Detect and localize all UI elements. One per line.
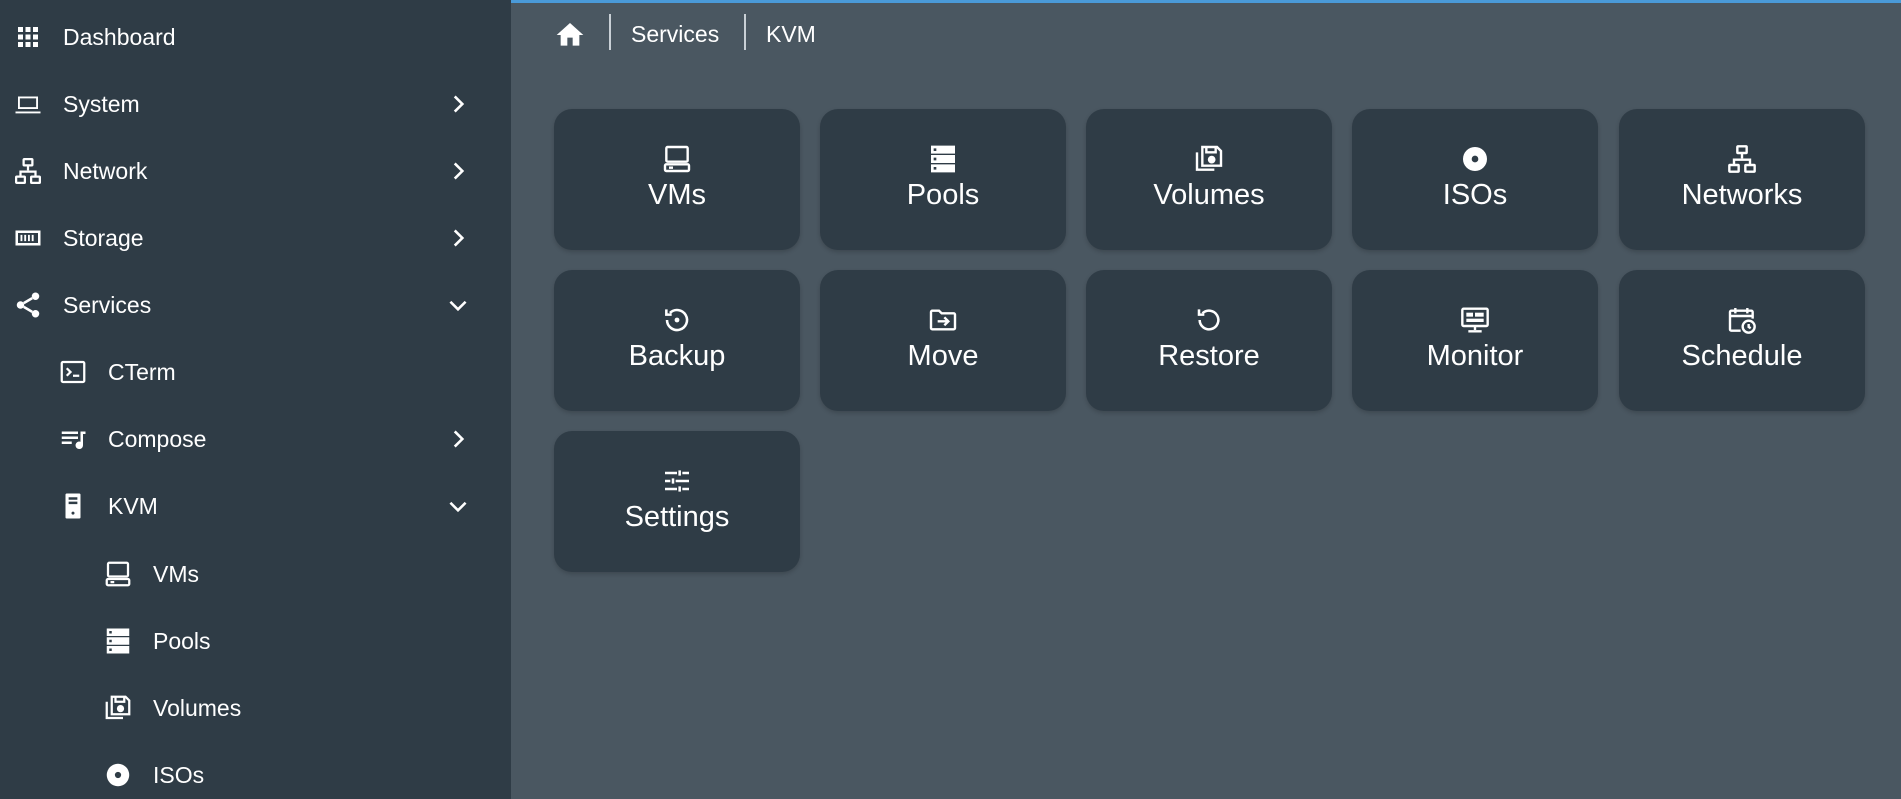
sidebar-item-system[interactable]: System <box>0 74 511 134</box>
disc-icon <box>1459 143 1491 175</box>
tile-label: VMs <box>648 179 706 211</box>
server-icon <box>927 143 959 175</box>
sidebar-item-isos[interactable]: ISOs <box>0 745 511 799</box>
disc-icon <box>103 760 133 790</box>
tile-settings[interactable]: Settings <box>554 431 800 572</box>
terminal-icon <box>58 357 88 387</box>
floppy-multiple-icon <box>1193 143 1225 175</box>
calendar-clock-icon <box>1726 304 1758 336</box>
floppy-multiple-icon <box>103 693 133 723</box>
monitor-dashboard-icon <box>1459 304 1491 336</box>
sidebar-item-vms[interactable]: VMs <box>0 544 511 604</box>
desktop-tower-icon <box>103 559 133 589</box>
breadcrumb-separator <box>744 14 746 50</box>
tile-label: Volumes <box>1153 179 1265 211</box>
sidebar-item-pools[interactable]: Pools <box>0 611 511 671</box>
sidebar-item-label: Pools <box>153 627 211 654</box>
home-icon[interactable] <box>554 19 586 51</box>
storage-icon <box>13 223 43 253</box>
tile-label: Schedule <box>1681 340 1803 372</box>
server-icon <box>103 626 133 656</box>
network-icon <box>13 156 43 186</box>
sidebar-item-services[interactable]: Services <box>0 275 511 335</box>
sidebar-item-compose[interactable]: Compose <box>0 409 511 469</box>
sidebar-item-label: KVM <box>108 492 158 519</box>
tile-volumes[interactable]: Volumes <box>1086 109 1332 250</box>
tile-pools[interactable]: Pools <box>820 109 1066 250</box>
tile-isos[interactable]: ISOs <box>1352 109 1598 250</box>
tile-vms[interactable]: VMs <box>554 109 800 250</box>
sidebar-item-label: CTerm <box>108 358 176 385</box>
sidebar-item-label: System <box>63 90 140 117</box>
tile-backup[interactable]: Backup <box>554 270 800 411</box>
sidebar-item-kvm[interactable]: KVM <box>0 476 511 536</box>
apps-grid-icon <box>13 22 43 52</box>
tile-label: Networks <box>1681 179 1803 211</box>
sidebar-item-network[interactable]: Network <box>0 141 511 201</box>
tile-networks[interactable]: Networks <box>1619 109 1865 250</box>
playlist-music-icon <box>58 424 88 454</box>
tile-label: Settings <box>624 501 730 533</box>
tile-label: Backup <box>628 340 726 372</box>
tile-label: Move <box>907 340 979 372</box>
server-tower-icon <box>58 491 88 521</box>
folder-move-icon <box>927 304 959 336</box>
sidebar-item-label: Network <box>63 157 148 184</box>
sidebar-item-label: Services <box>63 291 152 318</box>
breadcrumb-kvm: KVM <box>766 21 816 47</box>
tile-label: Monitor <box>1426 340 1524 372</box>
laptop-icon <box>13 89 43 119</box>
sidebar-item-dashboard[interactable]: Dashboard <box>0 7 511 67</box>
breadcrumb: Services KVM <box>511 3 1901 65</box>
breadcrumb-separator <box>609 14 611 50</box>
chevron-down-icon <box>443 290 473 320</box>
tile-move[interactable]: Move <box>820 270 1066 411</box>
network-icon <box>1726 143 1758 175</box>
sidebar-item-label: Storage <box>63 224 144 251</box>
tune-icon <box>661 465 693 497</box>
tile-monitor[interactable]: Monitor <box>1352 270 1598 411</box>
tile-label: Pools <box>906 179 980 211</box>
tile-label: ISOs <box>1442 179 1508 211</box>
chevron-down-icon <box>443 491 473 521</box>
chevron-right-icon <box>443 89 473 119</box>
sidebar-item-label: Dashboard <box>63 23 176 50</box>
breadcrumb-services[interactable]: Services <box>631 21 719 48</box>
sidebar-item-label: Volumes <box>153 694 242 721</box>
sidebar-item-label: ISOs <box>153 761 205 788</box>
chevron-right-icon <box>443 156 473 186</box>
tile-label: Restore <box>1158 340 1260 372</box>
tile-schedule[interactable]: Schedule <box>1619 270 1865 411</box>
sidebar-item-cterm[interactable]: CTerm <box>0 342 511 402</box>
chevron-right-icon <box>443 424 473 454</box>
sidebar-item-storage[interactable]: Storage <box>0 208 511 268</box>
sidebar: Dashboard System Network Storage Service… <box>0 0 511 799</box>
share-icon <box>13 290 43 320</box>
desktop-tower-icon <box>661 143 693 175</box>
sidebar-item-volumes[interactable]: Volumes <box>0 678 511 738</box>
sidebar-item-label: Compose <box>108 425 207 452</box>
chevron-right-icon <box>443 223 473 253</box>
backup-restore-icon <box>661 304 693 336</box>
tile-restore[interactable]: Restore <box>1086 270 1332 411</box>
sidebar-item-label: VMs <box>153 560 199 587</box>
restore-icon <box>1193 304 1225 336</box>
